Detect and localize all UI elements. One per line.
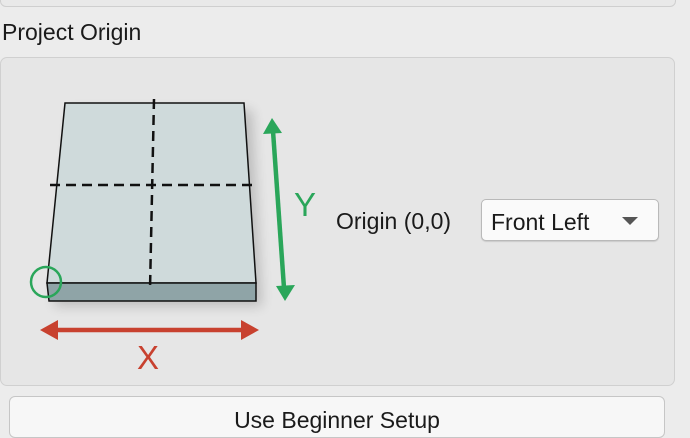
x-axis-arrow-icon <box>40 320 259 340</box>
origin-select[interactable]: Front Left <box>481 199 659 241</box>
beginner-setup-button-label: Use Beginner Setup <box>234 407 440 433</box>
beginner-setup-button[interactable]: Use Beginner Setup <box>9 396 665 438</box>
origin-select-value: Front Left <box>491 209 590 235</box>
x-axis-label: X <box>137 339 159 376</box>
origin-label: Origin (0,0) <box>336 208 452 234</box>
y-axis-arrow-icon <box>263 118 295 301</box>
dropdown-arrow-icon <box>622 217 638 225</box>
board-front-face <box>46 282 257 302</box>
board-top-face <box>46 102 257 284</box>
y-axis-label: Y <box>294 186 316 223</box>
